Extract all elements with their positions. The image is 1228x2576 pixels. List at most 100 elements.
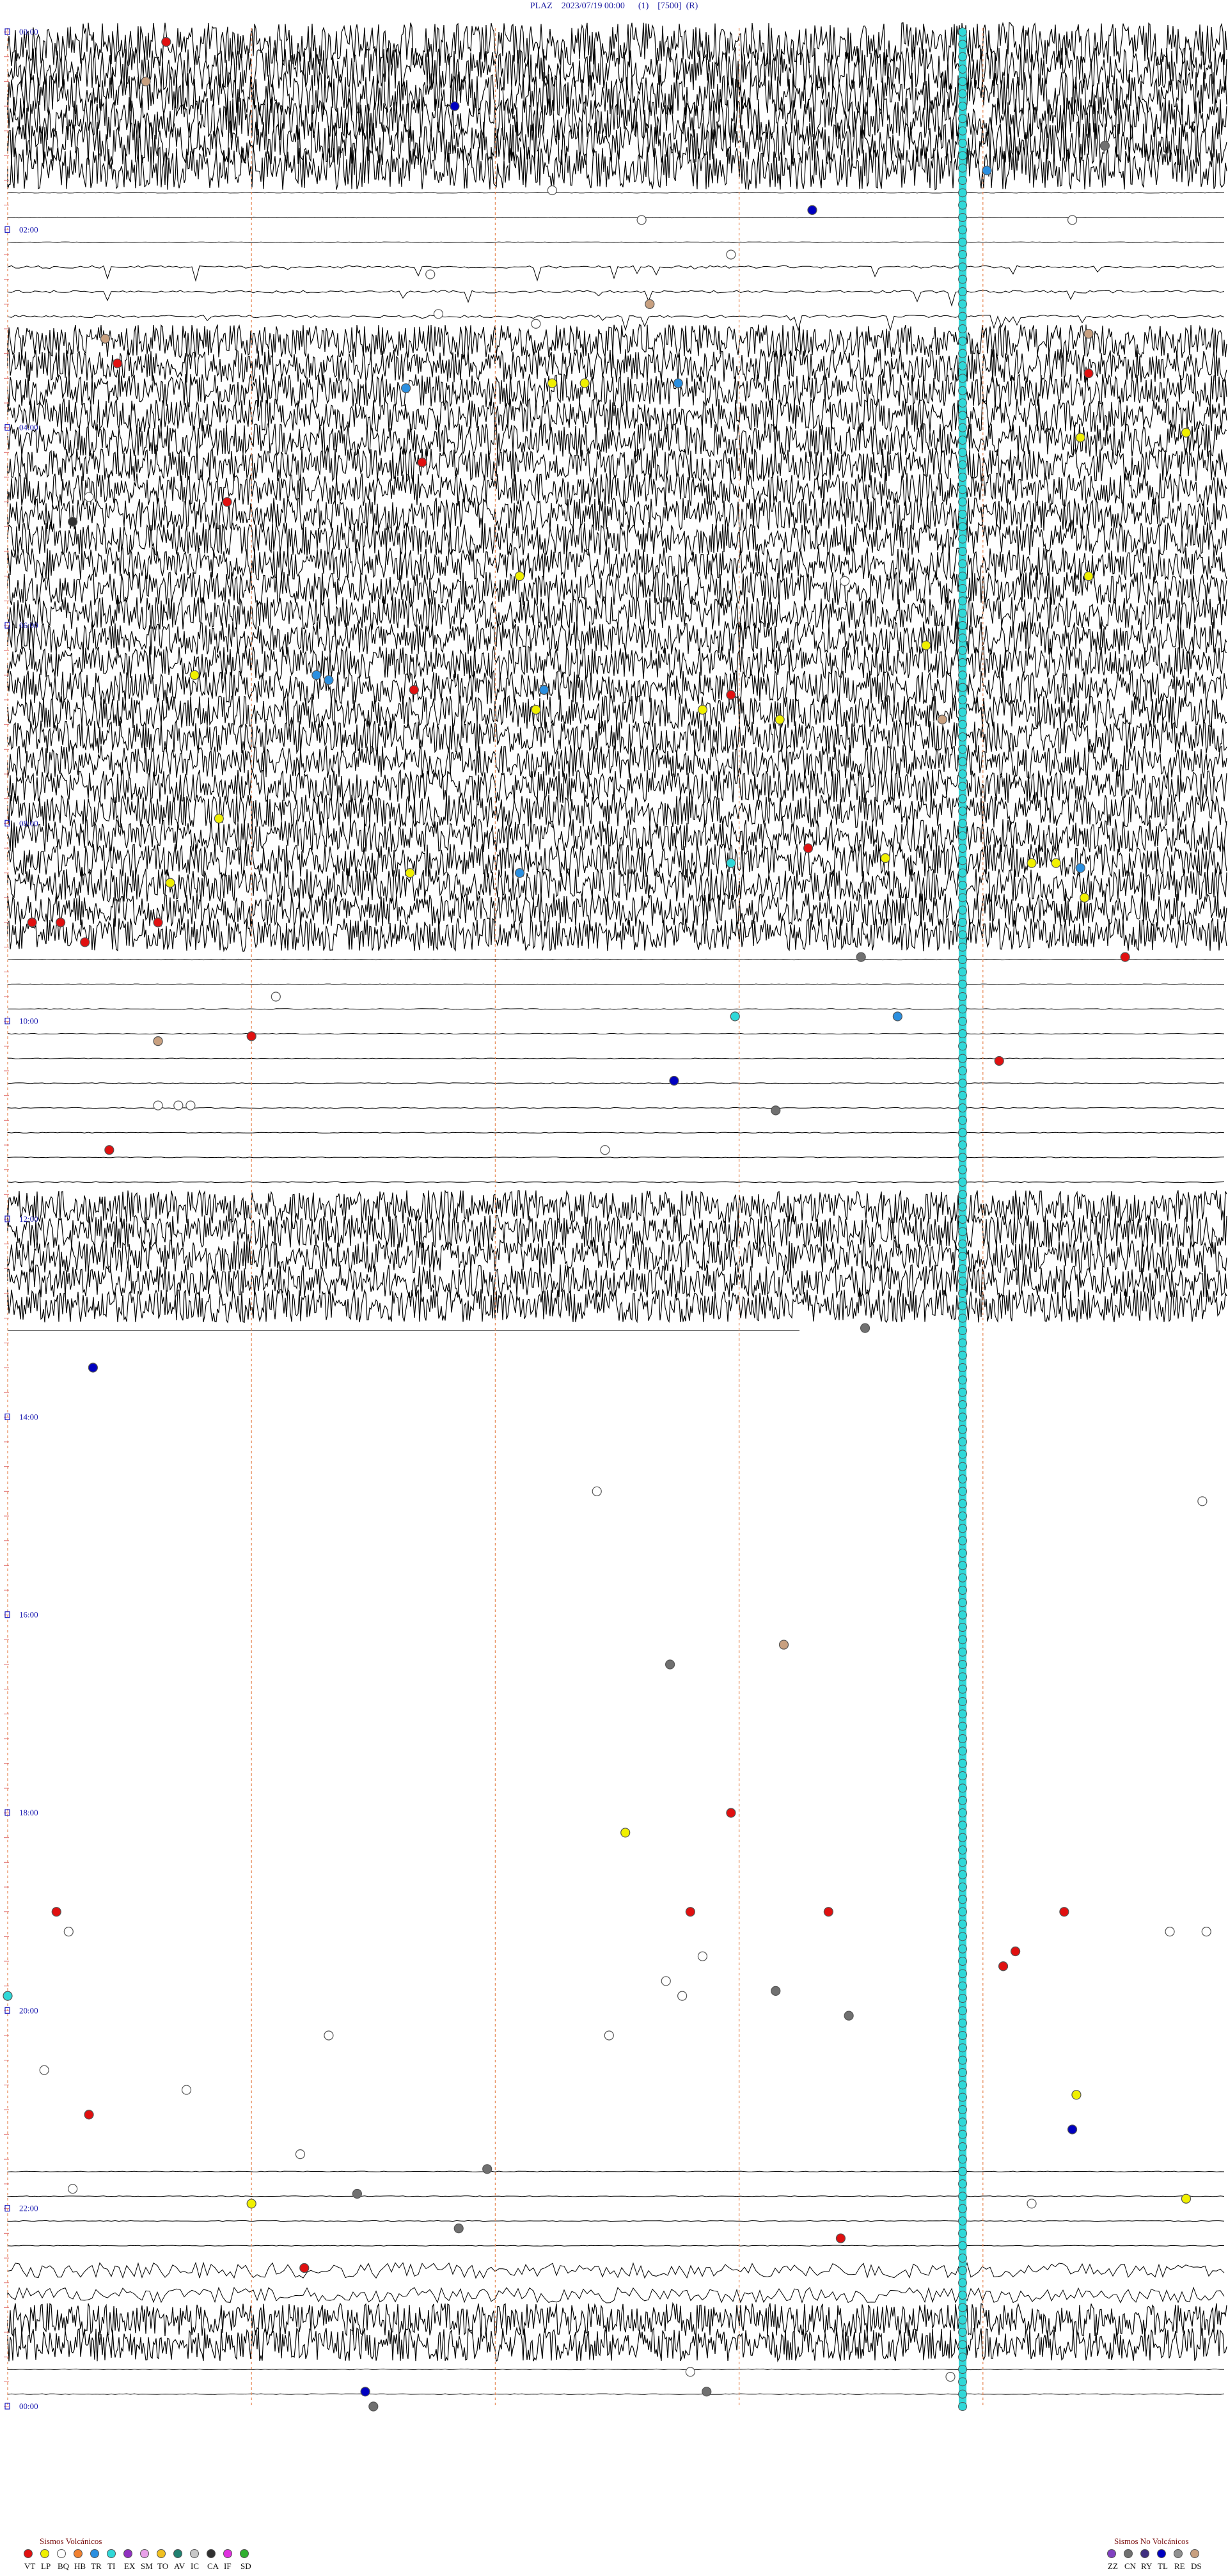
continuous-series-point [958, 1808, 968, 1817]
continuous-series-point [958, 1697, 968, 1706]
event-marker [1027, 858, 1037, 868]
continuous-series-point [958, 547, 968, 556]
continuous-series-point [958, 831, 968, 841]
event-marker [604, 2030, 614, 2041]
legend-swatch [90, 2549, 99, 2558]
event-marker [63, 1927, 74, 1937]
continuous-series-point [958, 2167, 968, 2176]
event-marker [697, 704, 708, 715]
trace-row [7, 120, 1227, 166]
legend-label: BQ [58, 2561, 70, 2571]
trace-row [7, 446, 1227, 483]
continuous-series-point [958, 881, 968, 890]
event-marker [181, 2085, 192, 2095]
continuous-series-point [958, 176, 968, 185]
event-marker [1181, 427, 1192, 438]
event-marker [1165, 1927, 1175, 1937]
legend-non-volcanic-title: Sismos No Volcánicos [1114, 2536, 1189, 2546]
continuous-series-point [958, 1450, 968, 1459]
continuous-series-point [958, 250, 968, 259]
event-marker [669, 1075, 679, 1086]
event-marker [702, 2387, 712, 2397]
continuous-series-point [958, 905, 968, 915]
helicorder-plot: 00:00 02:00 04:00 06:00 08:00 10:00 12:00 14:00… [3, 22, 1227, 2412]
continuous-series-point [958, 460, 968, 470]
event-marker [433, 309, 444, 319]
legend-swatch [207, 2549, 216, 2558]
continuous-series-point [958, 2130, 968, 2139]
event-marker [844, 2011, 854, 2021]
legend-label: TI [107, 2561, 115, 2571]
event-marker [620, 1828, 631, 1838]
continuous-series-point [958, 1796, 968, 1805]
event-marker [1075, 863, 1085, 873]
continuous-series-point [958, 1153, 968, 1162]
legend-label: IF [224, 2561, 232, 2571]
continuous-series-point [958, 732, 968, 741]
trace-row [7, 1189, 1227, 1225]
continuous-series-point [958, 1709, 968, 1719]
event-marker [165, 878, 175, 888]
event-marker [726, 858, 736, 868]
event-marker [84, 492, 94, 502]
event-marker [1197, 1496, 1208, 1506]
event-marker [153, 917, 163, 928]
continuous-series-point [958, 1029, 968, 1038]
continuous-series-point [958, 213, 968, 222]
event-marker [539, 684, 549, 695]
event-marker [141, 76, 151, 86]
legend-swatch [74, 2549, 83, 2558]
continuous-series-point [958, 670, 968, 680]
continuous-series-point [958, 2266, 968, 2275]
event-marker [945, 2372, 956, 2382]
continuous-series-point [958, 28, 968, 36]
continuous-series-point [958, 683, 968, 692]
continuous-series-point [958, 2018, 968, 2028]
trace-row [7, 2220, 1225, 2222]
continuous-series-point [958, 2291, 968, 2300]
continuous-series-point [958, 1944, 968, 1954]
time-label: 22:00 [19, 2204, 38, 2213]
event-marker [673, 378, 683, 388]
event-marker [600, 1145, 610, 1155]
event-marker [100, 333, 111, 344]
continuous-series-point [958, 2031, 968, 2040]
continuous-series-point [958, 2216, 968, 2225]
continuous-series-point [958, 1227, 968, 1237]
event-marker [994, 1055, 1004, 1066]
continuous-series-point [958, 1499, 968, 1508]
event-marker [514, 868, 525, 878]
continuous-series-point [958, 1561, 968, 1570]
continuous-series-point [958, 992, 968, 1001]
event-marker [1067, 2124, 1078, 2135]
continuous-series-point [958, 225, 968, 235]
event-marker [531, 704, 541, 715]
continuous-series-point [958, 1387, 968, 1397]
continuous-series-point [958, 1783, 968, 1793]
continuous-series-point [958, 151, 968, 161]
continuous-series-point [958, 2154, 968, 2164]
continuous-series-point [958, 473, 968, 482]
legend-swatch [157, 2549, 166, 2558]
continuous-series-point [958, 1004, 968, 1014]
continuous-series-point [958, 1202, 968, 1212]
continuous-series-point [958, 1672, 968, 1682]
continuous-series-point [958, 720, 968, 729]
event-marker [27, 917, 37, 928]
legend-non-volcanic: ZZ CN RY TL RE DS [1107, 2549, 1202, 2571]
continuous-series-point [958, 40, 968, 49]
event-marker [771, 1105, 781, 1116]
event-marker [840, 576, 850, 587]
continuous-series-point [958, 856, 968, 865]
event-marker [153, 1036, 163, 1047]
legend-swatch [140, 2549, 149, 2558]
event-marker [1027, 2199, 1037, 2209]
continuous-series-point [958, 868, 968, 878]
trace-row [7, 1082, 1225, 1084]
time-label: 04:00 [19, 423, 38, 432]
continuous-series-point [958, 1771, 968, 1780]
event-marker [405, 868, 415, 878]
continuous-series-point [958, 745, 968, 754]
trace-row [7, 22, 1227, 67]
legend-label: LP [41, 2561, 51, 2571]
